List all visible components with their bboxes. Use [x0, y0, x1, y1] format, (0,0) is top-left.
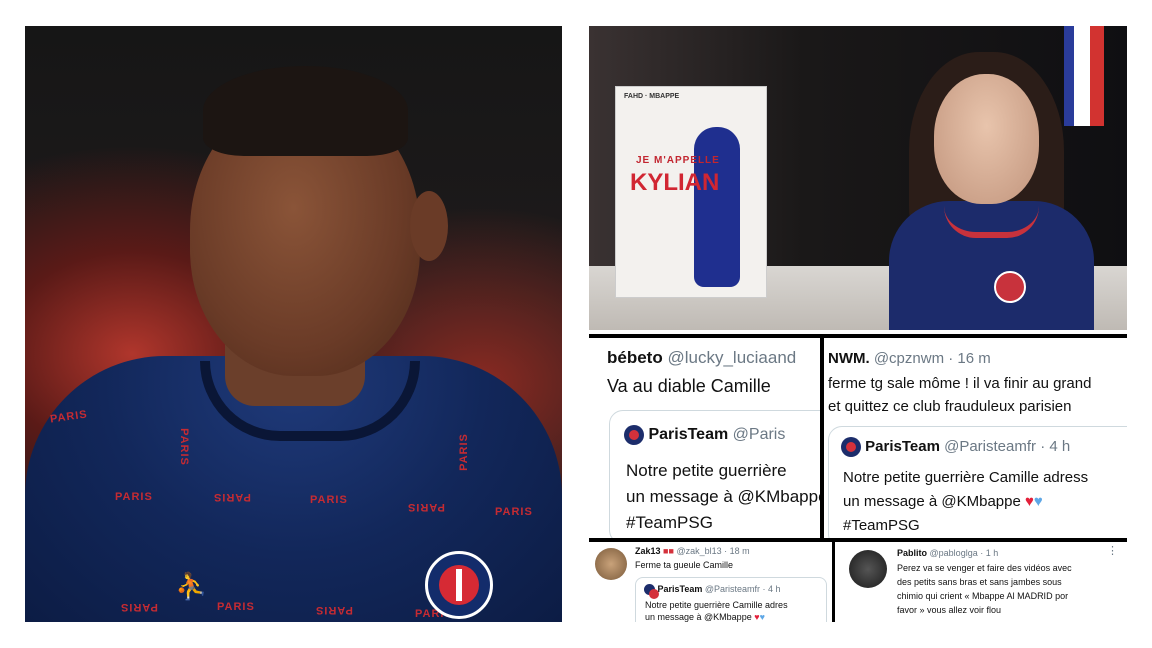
quoted-tweet[interactable]: ParisTeam @Paris Notre petite guerrière …: [609, 410, 820, 538]
tweet-zak13: Zak13 ■■ @zak_bl13 · 18 m Ferme ta gueul…: [589, 542, 832, 622]
jersey-print: PARIS: [177, 428, 190, 466]
tweet-text-line: Perez va se venger et faire des vidéos a…: [897, 563, 1072, 573]
quote-author-handle: @Paristeamfr · 4 h: [704, 584, 781, 594]
tweet-author-handle: @pabloglga · 1 h: [929, 548, 999, 558]
avatar[interactable]: [849, 550, 887, 588]
more-options-icon[interactable]: ⋮: [1107, 544, 1118, 557]
quoted-tweet[interactable]: ParisTeam @Paristeamfr · 4 h Notre petit…: [828, 426, 1127, 538]
paristeam-avatar-icon: [624, 425, 644, 445]
quote-author-name: ParisTeam: [865, 437, 940, 455]
quote-text-line: un message à @KMbappe: [626, 487, 820, 506]
tweet-text-line: et quittez ce club frauduleux parisien: [828, 398, 1072, 415]
blue-heart-icon: ♥: [1033, 493, 1043, 510]
paristeam-avatar-icon: [644, 584, 659, 600]
tweet-text: Va au diable Camille: [607, 376, 771, 396]
red-heart-icon: ♥: [1025, 493, 1034, 510]
jersey-print: PARIS: [315, 604, 353, 616]
jersey-print: PARIS: [407, 501, 445, 513]
girl-face: [934, 74, 1039, 204]
quote-text-line: un message à @KMbappe: [645, 612, 752, 622]
tweet-text-line: des petits sans bras et sans jambes sous: [897, 577, 1062, 587]
book-title: KYLIAN: [630, 169, 720, 196]
jumpman-logo-icon: ⛹: [175, 571, 208, 601]
quote-author-name: ParisTeam: [648, 426, 729, 444]
psg-crest-icon: [425, 551, 493, 619]
blue-heart-icon: ♥: [759, 612, 765, 622]
jersey-print: PARIS: [217, 601, 255, 613]
book-authors: FAHD · MBAPPE: [624, 93, 680, 100]
book-subtitle: JE M'APPELLE: [636, 155, 720, 166]
paristeam-avatar-icon: [841, 437, 861, 457]
tweet-author-name: Pablito: [897, 548, 928, 558]
player-photo: PARIS PARIS PARIS PARIS PARIS PARIS PARI…: [25, 26, 562, 622]
book-figure: [694, 127, 740, 287]
tweet-author-name: NWM.: [828, 350, 870, 367]
tweet-author-name: bébeto: [607, 348, 663, 367]
jersey-print: PARIS: [495, 506, 533, 518]
flag-decoration: [1064, 26, 1104, 126]
quote-author-handle: @Paris: [732, 426, 786, 444]
player-hair: [203, 66, 408, 156]
jersey-print: PARIS: [115, 491, 153, 503]
quote-text-line: Notre petite guerrière Camille adress: [843, 469, 1089, 486]
avatar[interactable]: [595, 548, 627, 580]
tweet-text-line: chimio qui crient « Mbappe Al MADRID por: [897, 591, 1069, 601]
tweet-nwm: NWM. @cpznwm · 16 m ferme tg sale môme !…: [824, 338, 1127, 538]
jersey-print: PARIS: [310, 494, 348, 506]
tweet-bebeto: bébeto @lucky_luciaand Va au diable Cami…: [589, 338, 820, 538]
jersey-print: PARIS: [457, 433, 470, 471]
girl-video-frame: FAHD · MBAPPE JE M'APPELLE KYLIAN: [589, 26, 1127, 330]
tweet-author-handle: @lucky_luciaand: [667, 348, 797, 367]
player-ear: [410, 191, 448, 261]
quote-text-line: Notre petite guerrière: [626, 461, 787, 480]
tweet-text: Ferme ta gueule Camille: [635, 560, 734, 570]
quote-author-handle: @Paristeamfr · 4 h: [944, 437, 1071, 455]
tweet-author-name: Zak13: [635, 546, 661, 556]
jersey-print: PARIS: [213, 491, 251, 503]
tweet-author-handle: @cpznwm · 16 m: [873, 350, 991, 367]
tweet-text-line: ferme tg sale môme ! il va finir au gran…: [828, 375, 1092, 392]
flag-emoji-icon: ■■: [663, 546, 674, 556]
girl-psg-crest-icon: [994, 271, 1026, 303]
quoted-tweet[interactable]: ParisTeam @Paristeamfr · 4 h Notre petit…: [635, 577, 827, 622]
tweet-author-handle: @zak_bl13 · 18 m: [676, 546, 750, 556]
quote-hashtag: #TeamPSG: [843, 517, 920, 534]
quote-text-line: un message à @KMbappe: [843, 493, 1021, 510]
quote-text-line: Notre petite guerrière Camille adres: [645, 600, 788, 610]
book-cover: FAHD · MBAPPE JE M'APPELLE KYLIAN: [615, 86, 767, 298]
quote-author-name: ParisTeam: [657, 584, 703, 594]
tweet-text-line: favor » vous allez voir flou: [897, 605, 1002, 615]
tweet-pablito: Pablito @pabloglga · 1 h ⋮ Perez va se v…: [835, 542, 1127, 622]
quote-hashtag: #TeamPSG: [626, 513, 713, 532]
jersey-print: PARIS: [120, 601, 158, 613]
